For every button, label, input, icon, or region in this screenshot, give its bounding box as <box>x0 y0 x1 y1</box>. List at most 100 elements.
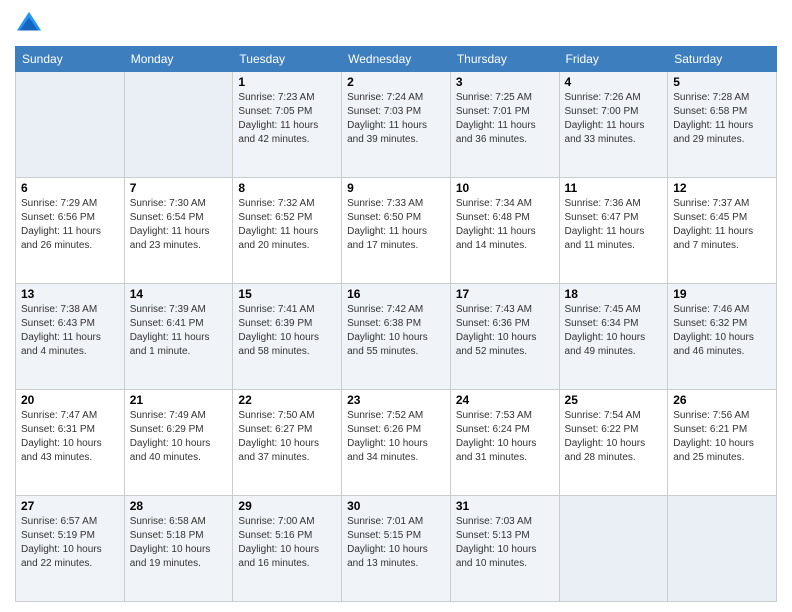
day-number: 20 <box>21 393 119 407</box>
day-number: 27 <box>21 499 119 513</box>
calendar-day-cell: 6 Sunrise: 7:29 AMSunset: 6:56 PMDaylight… <box>16 178 125 284</box>
day-info: Sunrise: 7:25 AMSunset: 7:01 PMDaylight:… <box>456 91 554 147</box>
day-number: 9 <box>347 181 445 195</box>
day-number: 16 <box>347 287 445 301</box>
day-info: Sunrise: 7:53 AMSunset: 6:24 PMDaylight:… <box>456 409 554 465</box>
day-info: Sunrise: 7:34 AMSunset: 6:48 PMDaylight:… <box>456 197 554 253</box>
day-number: 19 <box>673 287 771 301</box>
day-info: Sunrise: 7:37 AMSunset: 6:45 PMDaylight:… <box>673 197 771 253</box>
calendar-day-cell: 20Sunrise: 7:47 AMSunset: 6:31 PMDayligh… <box>16 390 125 496</box>
day-info: Sunrise: 7:43 AMSunset: 6:36 PMDaylight:… <box>456 303 554 359</box>
day-of-week-header: Saturday <box>668 47 777 72</box>
day-info: Sunrise: 7:46 AMSunset: 6:32 PMDaylight:… <box>673 303 771 359</box>
calendar-day-cell: 29 Sunrise: 7:00 AMSunset: 5:16 PMDayligh… <box>233 496 342 602</box>
day-number: 17 <box>456 287 554 301</box>
day-info: Sunrise: 7:00 AMSunset: 5:16 PMDaylight:… <box>238 515 336 571</box>
day-info: Sunrise: 7:49 AMSunset: 6:29 PMDaylight:… <box>130 409 228 465</box>
page: SundayMondayTuesdayWednesdayThursdayFrid… <box>0 0 792 612</box>
day-number: 7 <box>130 181 228 195</box>
day-number: 2 <box>347 75 445 89</box>
calendar: SundayMondayTuesdayWednesdayThursdayFrid… <box>15 46 777 602</box>
day-number: 15 <box>238 287 336 301</box>
calendar-week-row: 20Sunrise: 7:47 AMSunset: 6:31 PMDayligh… <box>16 390 777 496</box>
day-number: 6 <box>21 181 119 195</box>
calendar-day-cell: 7 Sunrise: 7:30 AMSunset: 6:54 PMDaylight… <box>124 178 233 284</box>
calendar-day-cell: 5 Sunrise: 7:28 AMSunset: 6:58 PMDaylight… <box>668 72 777 178</box>
calendar-day-cell: 14 Sunrise: 7:39 AMSunset: 6:41 PMDayligh… <box>124 284 233 390</box>
day-info: Sunrise: 7:42 AMSunset: 6:38 PMDaylight:… <box>347 303 445 359</box>
day-info: Sunrise: 7:50 AMSunset: 6:27 PMDaylight:… <box>238 409 336 465</box>
calendar-day-cell: 22 Sunrise: 7:50 AMSunset: 6:27 PMDayligh… <box>233 390 342 496</box>
day-of-week-header: Sunday <box>16 47 125 72</box>
day-info: Sunrise: 7:54 AMSunset: 6:22 PMDaylight:… <box>565 409 663 465</box>
calendar-day-cell: 26 Sunrise: 7:56 AMSunset: 6:21 PMDayligh… <box>668 390 777 496</box>
day-info: Sunrise: 7:45 AMSunset: 6:34 PMDaylight:… <box>565 303 663 359</box>
calendar-day-cell: 2Sunrise: 7:24 AMSunset: 7:03 PMDaylight… <box>342 72 451 178</box>
calendar-week-row: 6 Sunrise: 7:29 AMSunset: 6:56 PMDaylight… <box>16 178 777 284</box>
day-info: Sunrise: 7:33 AMSunset: 6:50 PMDaylight:… <box>347 197 445 253</box>
day-number: 18 <box>565 287 663 301</box>
day-number: 31 <box>456 499 554 513</box>
calendar-day-cell: 12 Sunrise: 7:37 AMSunset: 6:45 PMDayligh… <box>668 178 777 284</box>
day-number: 12 <box>673 181 771 195</box>
day-number: 10 <box>456 181 554 195</box>
header <box>15 10 777 38</box>
day-number: 25 <box>565 393 663 407</box>
calendar-day-cell <box>124 72 233 178</box>
day-of-week-header: Wednesday <box>342 47 451 72</box>
day-of-week-header: Tuesday <box>233 47 342 72</box>
day-info: Sunrise: 7:29 AMSunset: 6:56 PMDaylight:… <box>21 197 119 253</box>
day-info: Sunrise: 6:58 AMSunset: 5:18 PMDaylight:… <box>130 515 228 571</box>
day-info: Sunrise: 7:32 AMSunset: 6:52 PMDaylight:… <box>238 197 336 253</box>
calendar-day-cell: 15 Sunrise: 7:41 AMSunset: 6:39 PMDayligh… <box>233 284 342 390</box>
calendar-day-cell: 16 Sunrise: 7:42 AMSunset: 6:38 PMDayligh… <box>342 284 451 390</box>
calendar-day-cell: 24 Sunrise: 7:53 AMSunset: 6:24 PMDayligh… <box>450 390 559 496</box>
calendar-day-cell: 1Sunrise: 7:23 AMSunset: 7:05 PMDaylight… <box>233 72 342 178</box>
calendar-day-cell: 28 Sunrise: 6:58 AMSunset: 5:18 PMDayligh… <box>124 496 233 602</box>
day-info: Sunrise: 7:56 AMSunset: 6:21 PMDaylight:… <box>673 409 771 465</box>
day-number: 23 <box>347 393 445 407</box>
day-number: 4 <box>565 75 663 89</box>
calendar-day-cell: 21Sunrise: 7:49 AMSunset: 6:29 PMDayligh… <box>124 390 233 496</box>
day-info: Sunrise: 7:38 AMSunset: 6:43 PMDaylight:… <box>21 303 119 359</box>
day-number: 22 <box>238 393 336 407</box>
calendar-day-cell: 18 Sunrise: 7:45 AMSunset: 6:34 PMDayligh… <box>559 284 668 390</box>
calendar-day-cell: 19 Sunrise: 7:46 AMSunset: 6:32 PMDayligh… <box>668 284 777 390</box>
calendar-week-row: 13Sunrise: 7:38 AMSunset: 6:43 PMDayligh… <box>16 284 777 390</box>
calendar-day-cell: 31Sunrise: 7:03 AMSunset: 5:13 PMDayligh… <box>450 496 559 602</box>
logo <box>15 10 47 38</box>
day-of-week-header: Monday <box>124 47 233 72</box>
day-of-week-header: Friday <box>559 47 668 72</box>
day-info: Sunrise: 7:23 AMSunset: 7:05 PMDaylight:… <box>238 91 336 147</box>
day-info: Sunrise: 7:36 AMSunset: 6:47 PMDaylight:… <box>565 197 663 253</box>
day-number: 26 <box>673 393 771 407</box>
calendar-day-cell: 11 Sunrise: 7:36 AMSunset: 6:47 PMDayligh… <box>559 178 668 284</box>
day-number: 11 <box>565 181 663 195</box>
day-number: 3 <box>456 75 554 89</box>
day-number: 5 <box>673 75 771 89</box>
day-info: Sunrise: 7:30 AMSunset: 6:54 PMDaylight:… <box>130 197 228 253</box>
day-number: 14 <box>130 287 228 301</box>
day-info: Sunrise: 7:26 AMSunset: 7:00 PMDaylight:… <box>565 91 663 147</box>
day-number: 28 <box>130 499 228 513</box>
calendar-day-cell: 4 Sunrise: 7:26 AMSunset: 7:00 PMDaylight… <box>559 72 668 178</box>
calendar-day-cell: 8 Sunrise: 7:32 AMSunset: 6:52 PMDaylight… <box>233 178 342 284</box>
calendar-week-row: 1Sunrise: 7:23 AMSunset: 7:05 PMDaylight… <box>16 72 777 178</box>
day-number: 29 <box>238 499 336 513</box>
calendar-week-row: 27Sunrise: 6:57 AMSunset: 5:19 PMDayligh… <box>16 496 777 602</box>
calendar-day-cell: 23 Sunrise: 7:52 AMSunset: 6:26 PMDayligh… <box>342 390 451 496</box>
day-info: Sunrise: 7:01 AMSunset: 5:15 PMDaylight:… <box>347 515 445 571</box>
day-info: Sunrise: 7:28 AMSunset: 6:58 PMDaylight:… <box>673 91 771 147</box>
calendar-day-cell: 13Sunrise: 7:38 AMSunset: 6:43 PMDayligh… <box>16 284 125 390</box>
day-number: 8 <box>238 181 336 195</box>
calendar-header-row: SundayMondayTuesdayWednesdayThursdayFrid… <box>16 47 777 72</box>
calendar-day-cell: 30Sunrise: 7:01 AMSunset: 5:15 PMDayligh… <box>342 496 451 602</box>
calendar-day-cell: 10 Sunrise: 7:34 AMSunset: 6:48 PMDayligh… <box>450 178 559 284</box>
calendar-day-cell <box>16 72 125 178</box>
calendar-day-cell: 27Sunrise: 6:57 AMSunset: 5:19 PMDayligh… <box>16 496 125 602</box>
logo-icon <box>15 10 43 38</box>
day-info: Sunrise: 7:52 AMSunset: 6:26 PMDaylight:… <box>347 409 445 465</box>
day-number: 24 <box>456 393 554 407</box>
day-info: Sunrise: 7:41 AMSunset: 6:39 PMDaylight:… <box>238 303 336 359</box>
day-info: Sunrise: 7:39 AMSunset: 6:41 PMDaylight:… <box>130 303 228 359</box>
